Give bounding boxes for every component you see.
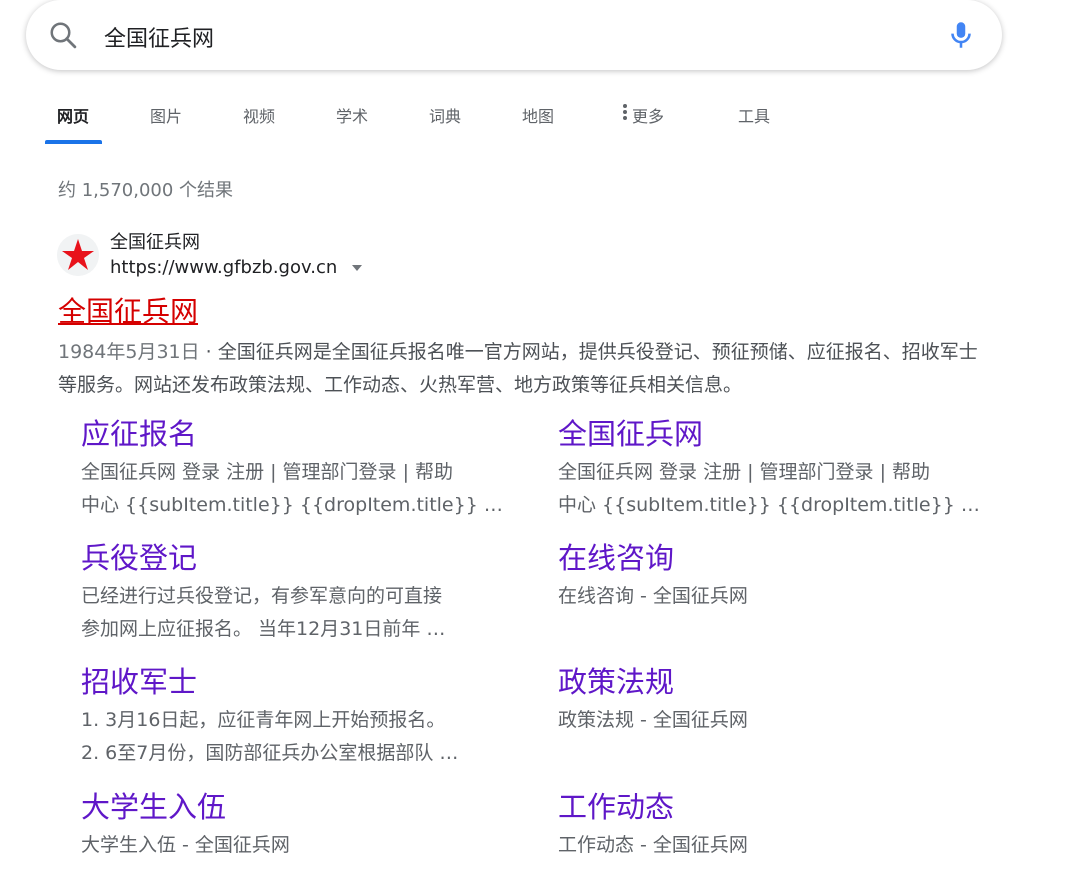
tab-videos[interactable]: 视频	[243, 103, 275, 127]
sitelink-desc-line: 政策法规 - 全国征兵网	[558, 709, 748, 731]
sitelink-title[interactable]: 全国征兵网	[558, 414, 978, 454]
sitelink-title[interactable]: 招收军士	[81, 662, 501, 702]
sitelink-title[interactable]: 政策法规	[558, 662, 978, 702]
tab-web[interactable]: 网页	[57, 103, 89, 127]
sitelink-title[interactable]: 在线咨询	[558, 538, 978, 578]
sitelink-desc-line: 全国征兵网 登录 注册 | 管理部门登录 | 帮助	[558, 461, 931, 483]
sitelink-description: 1. 3月16日起，应征青年网上开始预报名。 2. 6至7月份，国防部征兵办公室…	[81, 704, 501, 770]
snippet-separator: ·	[199, 341, 218, 363]
tab-scholar[interactable]: 学术	[336, 103, 368, 127]
sitelink: 在线咨询 在线咨询 - 全国征兵网	[558, 538, 978, 613]
sitelink-desc-line: 全国征兵网 登录 注册 | 管理部门登录 | 帮助	[81, 461, 454, 483]
sitelink-description: 全国征兵网 登录 注册 | 管理部门登录 | 帮助 中心 {{subItem.t…	[81, 456, 501, 522]
tab-maps[interactable]: 地图	[522, 103, 554, 127]
result-title-link[interactable]: 全国征兵网	[58, 290, 198, 330]
sitelink: 兵役登记 已经进行过兵役登记，有参军意向的可直接 参加网上应征报名。 当年12月…	[81, 538, 501, 646]
sitelink-desc-line: 中心 {{subItem.title}} {{dropItem.title}} …	[558, 494, 978, 516]
sitelink-description: 已经进行过兵役登记，有参军意向的可直接 参加网上应征报名。 当年12月31日前年…	[81, 580, 501, 646]
site-name[interactable]: 全国征兵网	[110, 228, 200, 254]
tab-tools[interactable]: 工具	[738, 103, 770, 127]
vertical-dots-icon	[623, 104, 627, 120]
microphone-icon[interactable]	[944, 18, 978, 52]
sitelink: 大学生入伍 大学生入伍 - 全国征兵网	[81, 787, 501, 862]
sitelink-description: 政策法规 - 全国征兵网	[558, 704, 978, 737]
tab-more-label: 更多	[632, 107, 665, 126]
result-snippet: 1984年5月31日 · 全国征兵网是全国征兵报名唯一官方网站，提供兵役登记、预…	[58, 336, 978, 402]
sitelink-title[interactable]: 大学生入伍	[81, 787, 501, 827]
sitelink: 全国征兵网 全国征兵网 登录 注册 | 管理部门登录 | 帮助 中心 {{sub…	[558, 414, 978, 522]
tab-images[interactable]: 图片	[150, 103, 182, 127]
search-box[interactable]	[26, 0, 1002, 70]
sitelink-desc-line: 1. 3月16日起，应征青年网上开始预报名。	[81, 709, 446, 731]
sitelink: 政策法规 政策法规 - 全国征兵网	[558, 662, 978, 737]
sitelink-description: 工作动态 - 全国征兵网	[558, 829, 978, 862]
sitelink-title[interactable]: 兵役登记	[81, 538, 501, 578]
sitelink-desc-line: 参加网上应征报名。 当年12月31日前年 …	[81, 618, 446, 640]
snippet-date: 1984年5月31日	[58, 341, 200, 363]
sitelink-desc-line: 2. 6至7月份，国防部征兵办公室根据部队 …	[81, 742, 459, 764]
sitelink-description: 全国征兵网 登录 注册 | 管理部门登录 | 帮助 中心 {{subItem.t…	[558, 456, 978, 522]
result-stats: 约 1,570,000 个结果	[58, 180, 234, 201]
active-tab-indicator	[45, 140, 102, 144]
sitelink-title[interactable]: 应征报名	[81, 414, 501, 454]
sitelink-description: 大学生入伍 - 全国征兵网	[81, 829, 501, 862]
site-favicon	[57, 234, 99, 276]
sitelink-desc-line: 工作动态 - 全国征兵网	[558, 834, 748, 856]
sitelink: 工作动态 工作动态 - 全国征兵网	[558, 787, 978, 862]
sitelink-desc-line: 中心 {{subItem.title}} {{dropItem.title}} …	[81, 494, 501, 516]
sitelink-desc-line: 在线咨询 - 全国征兵网	[558, 585, 748, 607]
search-tabs: 网页 图片 视频 学术 词典 地图 更多 工具	[0, 88, 1087, 144]
red-star-icon	[57, 234, 99, 276]
sitelink-title[interactable]: 工作动态	[558, 787, 978, 827]
search-input[interactable]	[102, 18, 886, 56]
caret-down-icon[interactable]	[351, 264, 363, 272]
tab-more[interactable]: 更多	[622, 103, 664, 127]
sitelink: 应征报名 全国征兵网 登录 注册 | 管理部门登录 | 帮助 中心 {{subI…	[81, 414, 501, 522]
site-url[interactable]: https://www.gfbzb.gov.cn	[110, 257, 363, 278]
sitelink: 招收军士 1. 3月16日起，应征青年网上开始预报名。 2. 6至7月份，国防部…	[81, 662, 501, 770]
search-icon[interactable]	[48, 20, 78, 50]
sitelink-desc-line: 大学生入伍 - 全国征兵网	[81, 834, 290, 856]
tab-dictionary[interactable]: 词典	[429, 103, 461, 127]
sitelink-description: 在线咨询 - 全国征兵网	[558, 580, 978, 613]
sitelink-desc-line: 已经进行过兵役登记，有参军意向的可直接	[81, 585, 443, 607]
site-url-text: https://www.gfbzb.gov.cn	[110, 257, 338, 278]
